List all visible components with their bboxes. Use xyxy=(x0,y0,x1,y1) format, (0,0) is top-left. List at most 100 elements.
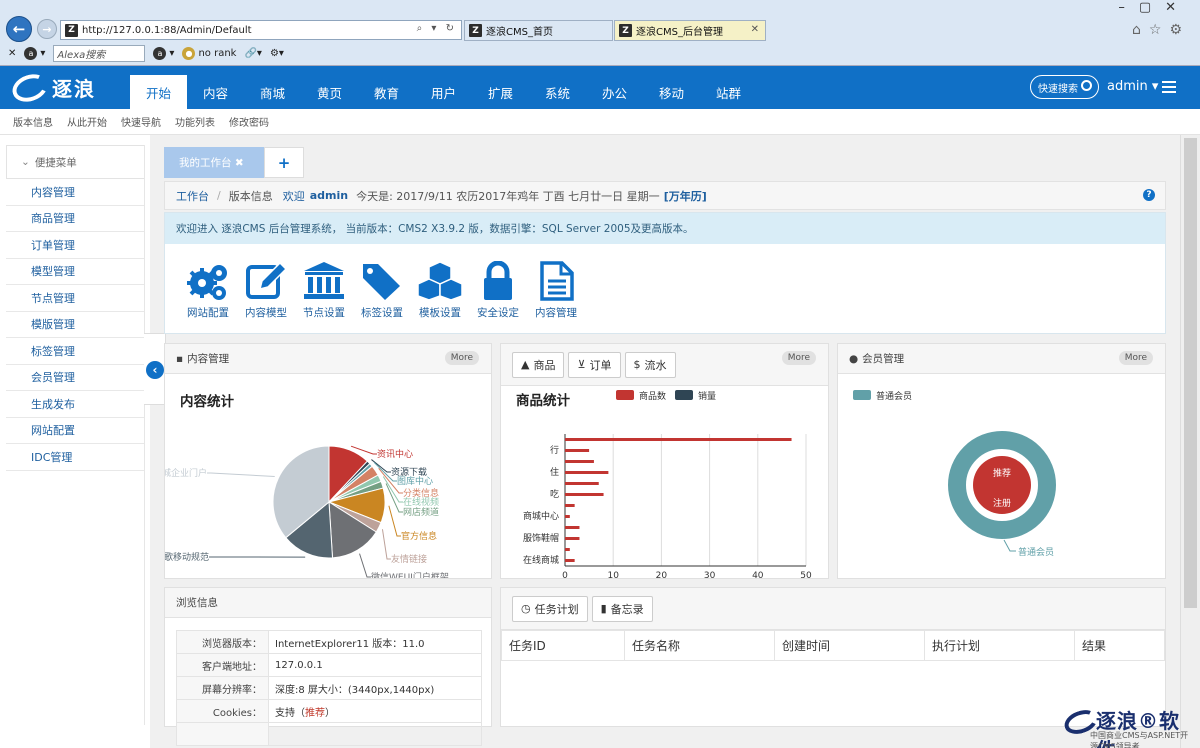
quick-search-button[interactable]: 快速搜索 xyxy=(1030,75,1099,99)
col-schedule[interactable]: 执行计划 xyxy=(924,630,1075,661)
alexa-icon[interactable]: a ▾ xyxy=(24,47,45,60)
x-tick-label: 40 xyxy=(752,571,764,578)
scrollbar-thumb[interactable] xyxy=(1184,138,1197,608)
tab-goods[interactable]: ▲ 商品 xyxy=(512,351,565,378)
content-stats-panel: ▪ 内容管理 More 内容统计 资讯中心 资源下载 图库中心 分类信息 在线视频 网店频道… xyxy=(164,343,492,579)
sidebar-item[interactable]: 订单管理 xyxy=(6,232,144,259)
tab-memo[interactable]: ▮ 备忘录 xyxy=(591,595,653,622)
main-nav-item[interactable]: 移动 xyxy=(643,75,700,109)
row-key: 屏幕分辨率： xyxy=(176,676,269,700)
col-task-name[interactable]: 任务名称 xyxy=(624,630,775,661)
quick-action-node-settings[interactable]: 节点设置 xyxy=(295,261,353,320)
sidebar-item[interactable]: 内容管理 xyxy=(6,179,144,206)
alexa-search-input[interactable]: Alexa搜索 xyxy=(53,45,146,62)
sidebar-item[interactable]: IDC管理 xyxy=(6,444,144,471)
quick-action-template-settings[interactable]: 模板设置 xyxy=(411,261,469,320)
sidebar-item[interactable]: 标签管理 xyxy=(6,338,144,365)
sidebar-item[interactable]: 生成发布 xyxy=(6,391,144,418)
back-icon[interactable]: ← xyxy=(6,16,32,42)
sidebar-item[interactable]: 网站配置 xyxy=(6,418,144,444)
sidebar-item[interactable]: 会员管理 xyxy=(6,365,144,391)
main-nav-item[interactable]: 开始 xyxy=(130,75,187,109)
col-created[interactable]: 创建时间 xyxy=(774,630,925,661)
main-nav-item[interactable]: 扩展 xyxy=(472,75,529,109)
tab-task-plan[interactable]: ◷ 任务计划 xyxy=(512,595,588,622)
bar[interactable] xyxy=(565,493,604,496)
user-menu[interactable]: admin ▾ xyxy=(1107,79,1158,94)
sub-nav-item[interactable]: 从此开始 xyxy=(67,114,107,129)
bar[interactable] xyxy=(565,504,575,507)
main-nav-item[interactable]: 用户 xyxy=(415,75,472,109)
quick-action-label: 网站配置 xyxy=(187,307,229,319)
col-result[interactable]: 结果 xyxy=(1074,630,1165,661)
workspace-tab[interactable]: 我的工作台 ✖ xyxy=(164,147,264,178)
main-nav-item[interactable]: 办公 xyxy=(586,75,643,109)
bar[interactable] xyxy=(565,460,594,463)
rank-item[interactable]: ● no rank xyxy=(182,47,236,60)
home-star-gear-icon[interactable]: ⌂☆⚙ xyxy=(1132,22,1190,38)
close-toolbar-icon[interactable]: ✕ xyxy=(8,48,16,59)
breadcrumb-home[interactable]: 工作台 xyxy=(176,188,209,204)
bar[interactable] xyxy=(565,537,580,540)
panel-header: ▪ 内容管理 xyxy=(165,344,491,374)
legend-swatch[interactable] xyxy=(853,390,871,400)
main-nav-item[interactable]: 教育 xyxy=(358,75,415,109)
scrollbar[interactable] xyxy=(1180,135,1200,748)
bar[interactable] xyxy=(565,548,570,551)
collapse-sidebar-button[interactable]: ‹ xyxy=(144,333,166,405)
sidebar-items: 内容管理 商品管理 订单管理 模型管理 节点管理 模版管理 标签管理 会员管理 生成发布 网站配置… xyxy=(6,179,144,471)
quick-action-content-model[interactable]: 内容模型 xyxy=(237,261,295,320)
address-bar[interactable]: Z http://127.0.0.1:88/Admin/Default ⌕ ▾ … xyxy=(60,20,462,40)
close-tab-icon[interactable]: ✕ xyxy=(751,24,759,35)
forward-icon[interactable]: → xyxy=(37,19,57,39)
settings-icon[interactable]: ⚙▾ xyxy=(270,48,284,59)
brand-logo[interactable]: 逐浪 xyxy=(8,69,96,106)
bar[interactable] xyxy=(565,471,609,474)
hamburger-menu-icon[interactable] xyxy=(1162,81,1176,93)
bar[interactable] xyxy=(565,449,590,452)
tab-flow[interactable]: $ 流水 xyxy=(624,351,676,378)
tab-orders[interactable]: ⊻ 订单 xyxy=(568,351,621,378)
sidebar-title[interactable]: ⌄ 便捷菜单 xyxy=(6,145,144,179)
alexa-menu-icon[interactable]: a ▾ xyxy=(153,47,174,60)
sub-nav-item[interactable]: 修改密码 xyxy=(229,114,269,129)
bar[interactable] xyxy=(565,515,570,518)
window-controls[interactable]: –▢✕ xyxy=(1118,0,1190,15)
breadcrumb-user: admin xyxy=(309,189,349,202)
sub-nav-item[interactable]: 快速导航 xyxy=(121,114,161,129)
main-nav-item[interactable]: 黄页 xyxy=(301,75,358,109)
help-icon[interactable]: ? xyxy=(1143,189,1155,201)
browser-tab-home[interactable]: Z 逐浪CMS_首页 xyxy=(464,20,613,41)
legend-swatch[interactable] xyxy=(616,390,634,400)
welcome-panel: 欢迎进入 逐浪CMS 后台管理系统， 当前版本：CMS2 X3.9.2 版，数据… xyxy=(164,212,1166,334)
link-icon[interactable]: 🔗▾ xyxy=(244,48,261,59)
sidebar-item[interactable]: 模版管理 xyxy=(6,312,144,338)
bar[interactable] xyxy=(565,559,575,562)
welcome-word: 欢迎 xyxy=(282,189,305,203)
bar[interactable] xyxy=(565,482,599,485)
more-button[interactable]: More xyxy=(1118,351,1153,365)
add-tab-button[interactable]: + xyxy=(264,147,304,178)
main-nav-item[interactable]: 商城 xyxy=(244,75,301,109)
bar[interactable] xyxy=(565,526,580,529)
sub-nav-item[interactable]: 功能列表 xyxy=(175,114,215,129)
sub-nav-item[interactable]: 版本信息 xyxy=(13,114,53,129)
more-button[interactable]: More xyxy=(444,351,479,365)
legend-swatch[interactable] xyxy=(675,390,693,400)
col-task-id[interactable]: 任务ID xyxy=(501,630,625,661)
sidebar-item[interactable]: 节点管理 xyxy=(6,285,144,312)
bar[interactable] xyxy=(565,438,792,441)
quick-action-tag-settings[interactable]: 标签设置 xyxy=(353,261,411,320)
main-nav-item[interactable]: 内容 xyxy=(187,75,244,109)
sidebar-item[interactable]: 商品管理 xyxy=(6,206,144,232)
calendar-link[interactable]: [万年历] xyxy=(664,188,707,204)
main-nav-item[interactable]: 站群 xyxy=(700,75,757,109)
more-button[interactable]: More xyxy=(781,351,816,365)
quick-action-security[interactable]: 安全设定 xyxy=(469,261,527,320)
main-nav-item[interactable]: 系统 xyxy=(529,75,586,109)
sidebar-item[interactable]: 模型管理 xyxy=(6,259,144,285)
search-refresh-icon[interactable]: ⌕ ▾ ↻ xyxy=(417,23,457,34)
quick-action-site-config[interactable]: 网站配置 xyxy=(179,261,237,320)
quick-action-content-manage[interactable]: 内容管理 xyxy=(527,261,585,320)
browser-tab-admin[interactable]: Z 逐浪CMS_后台管理 ✕ xyxy=(614,20,766,41)
